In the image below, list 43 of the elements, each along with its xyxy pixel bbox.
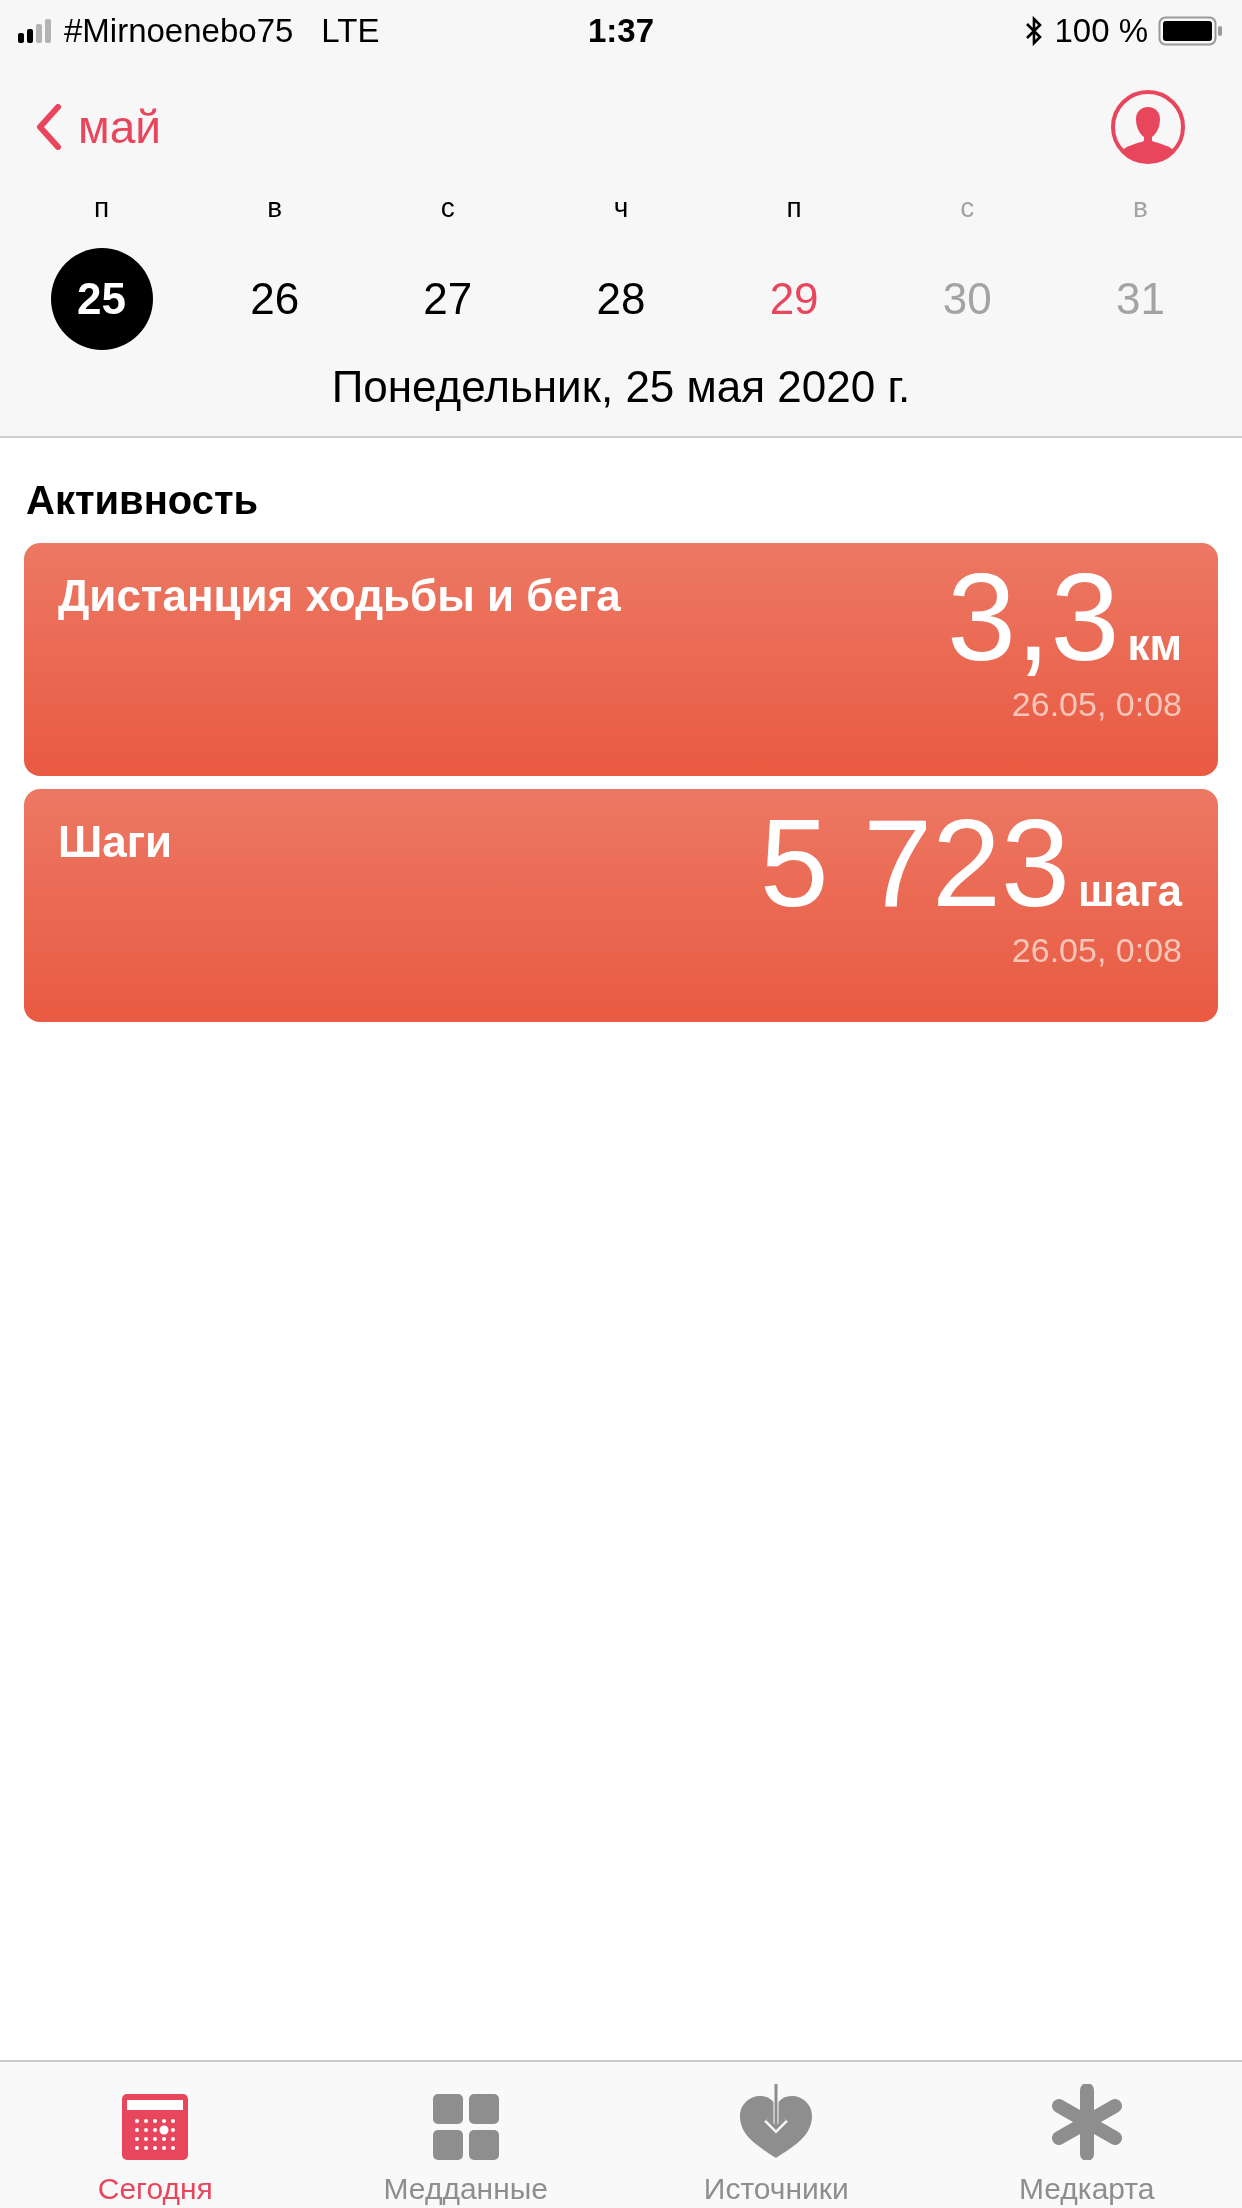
profile-icon[interactable] — [1110, 89, 1186, 165]
weekday-label: ч — [613, 192, 629, 225]
weekday-label: с — [440, 192, 455, 225]
card-value: 5 723 — [759, 795, 1071, 932]
grid-icon — [432, 2094, 499, 2160]
weekday-label: п — [94, 192, 110, 225]
signal-icon — [18, 19, 54, 43]
date-title: Понедельник, 25 мая 2020 г. — [330, 361, 912, 413]
card-unit: шага — [1078, 866, 1182, 916]
asterisk-icon — [1050, 2084, 1123, 2160]
tab[interactable]: Источники — [621, 2062, 932, 2208]
day-button[interactable]: 27 — [396, 248, 499, 350]
calendar-icon — [122, 2094, 189, 2160]
day-button[interactable]: 28 — [570, 248, 672, 350]
day-button[interactable]: 29 — [743, 248, 846, 350]
card-title: Шаги — [58, 817, 173, 867]
back-button[interactable]: май — [36, 100, 161, 154]
day-button[interactable]: 31 — [1089, 248, 1192, 350]
battery-percent: 100 % — [1054, 12, 1148, 50]
card-title: Дистанция ходьбы и бега — [58, 571, 621, 621]
card-time: 26.05, 0:08 — [1011, 931, 1182, 971]
card-unit: км — [1127, 620, 1182, 670]
weekday-label: с — [960, 192, 975, 225]
activity-card[interactable]: Шаги 5 723 шага 26.05, 0:08 — [24, 789, 1218, 1022]
carrier-name: #Mirnoenebo75 — [64, 12, 294, 50]
battery-icon — [1158, 16, 1224, 46]
card-time: 26.05, 0:08 — [1011, 685, 1182, 725]
weekday-label: в — [1132, 192, 1148, 225]
tab[interactable]: Медданные — [310, 2062, 621, 2208]
tab[interactable]: Медкарта — [931, 2062, 1242, 2208]
section-title: Активность — [25, 477, 260, 524]
clock-time: 1:37 — [587, 12, 655, 50]
heart-icon — [738, 2084, 815, 2160]
chevron-icon — [36, 104, 62, 150]
day-button[interactable]: 30 — [916, 248, 1019, 350]
tab[interactable]: Сегодня — [0, 2062, 311, 2208]
day-button[interactable]: 26 — [223, 248, 326, 350]
weekday-label: в — [267, 192, 283, 225]
day-button[interactable]: 25 — [50, 248, 153, 350]
card-value: 3,3 — [947, 549, 1120, 686]
network-type: LTE — [321, 12, 380, 50]
activity-card[interactable]: Дистанция ходьбы и бега 3,3 км 26.05, 0:08 — [24, 543, 1218, 776]
weekday-label: п — [786, 192, 802, 225]
